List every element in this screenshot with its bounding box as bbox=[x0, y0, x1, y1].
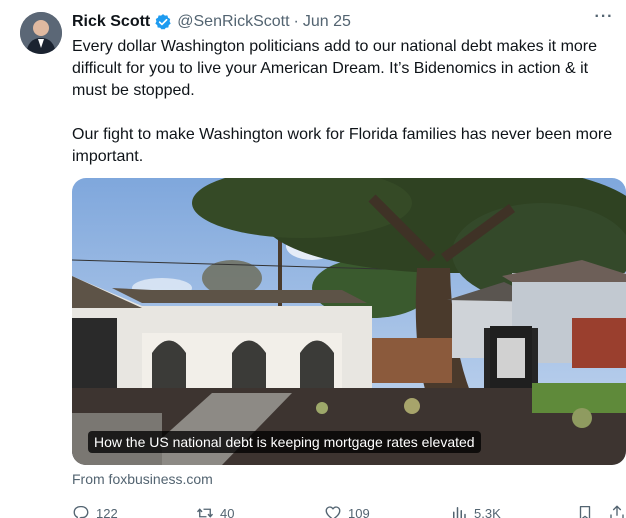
tweet-text: Every dollar Washington politicians add … bbox=[72, 36, 620, 190]
tweet-paragraph: Every dollar Washington politicians add … bbox=[72, 38, 598, 99]
action-bar: 122 40 109 5.3K bbox=[72, 504, 626, 518]
reply-icon bbox=[73, 505, 89, 518]
heart-icon bbox=[325, 506, 341, 518]
tweet-date[interactable]: Jun 25 bbox=[303, 13, 351, 31]
view-count: 5.3K bbox=[474, 505, 501, 518]
separator-dot: · bbox=[293, 13, 299, 30]
link-card[interactable]: How the US national debt is keeping mort… bbox=[72, 178, 626, 465]
author-handle[interactable]: @SenRickScott bbox=[177, 13, 289, 31]
reply-count: 122 bbox=[96, 505, 118, 518]
bookmark-button[interactable] bbox=[576, 504, 600, 518]
verified-badge-icon bbox=[154, 13, 172, 31]
repost-button[interactable]: 40 bbox=[196, 504, 234, 518]
share-icon bbox=[610, 505, 624, 518]
reply-button[interactable]: 122 bbox=[72, 504, 118, 518]
more-options-icon[interactable]: ··· bbox=[592, 8, 616, 28]
tweet-paragraph: Our fight to make Washington work for Fl… bbox=[72, 126, 613, 165]
author-name[interactable]: Rick Scott bbox=[72, 13, 150, 31]
avatar[interactable] bbox=[20, 12, 62, 54]
card-source[interactable]: From foxbusiness.com bbox=[72, 471, 213, 487]
like-button[interactable]: 109 bbox=[324, 504, 370, 518]
like-count: 109 bbox=[348, 505, 370, 518]
tweet-header: Rick Scott @SenRickScott · Jun 25 bbox=[72, 12, 351, 32]
card-image bbox=[72, 178, 626, 465]
views-button[interactable]: 5.3K bbox=[450, 504, 501, 518]
card-headline[interactable]: How the US national debt is keeping mort… bbox=[88, 431, 481, 453]
tweet[interactable]: Rick Scott @SenRickScott · Jun 25 ··· Ev… bbox=[0, 0, 626, 518]
analytics-icon bbox=[453, 507, 466, 518]
share-button[interactable] bbox=[608, 504, 626, 518]
repost-count: 40 bbox=[220, 505, 235, 518]
repost-icon bbox=[196, 508, 214, 518]
bookmark-icon bbox=[579, 505, 591, 518]
